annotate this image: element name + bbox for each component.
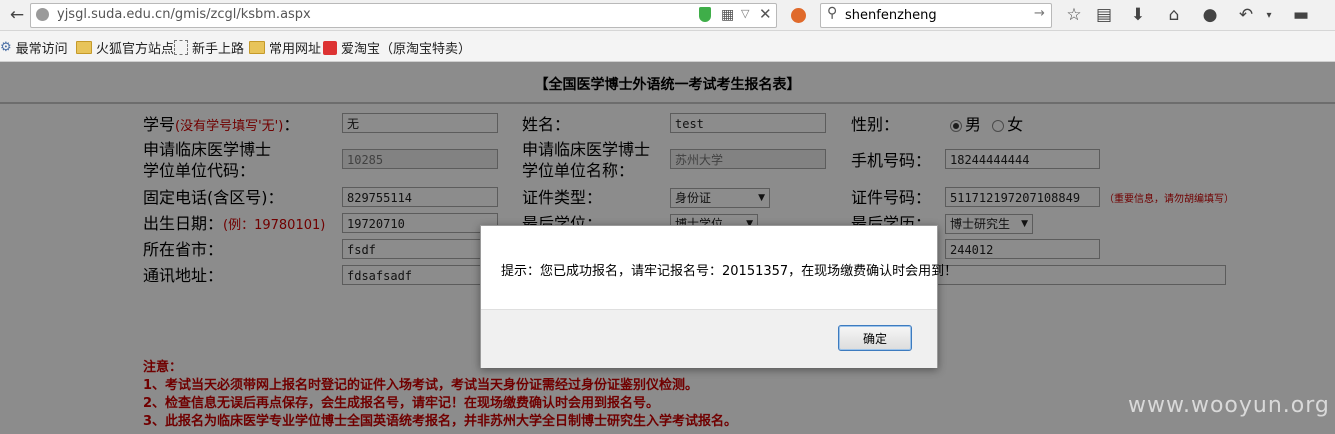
download-icon[interactable]: ⬇ xyxy=(1127,4,1149,26)
alert-dialog: 提示：您已成功报名，请牢记报名号：20151357，在现场缴费确认时会用到！ 确… xyxy=(480,225,957,368)
bookmarks-bar: ⚙ 最常访问 火狐官方站点 新手上路 常用网址 爱淘宝（原淘宝特卖） xyxy=(0,31,1335,62)
bookmark-firefox-site[interactable]: 火狐官方站点 xyxy=(76,38,174,57)
bookmark-aitaobao[interactable]: 爱淘宝（原淘宝特卖） xyxy=(323,38,471,57)
dialog-footer: 确定 xyxy=(481,309,937,368)
star-icon[interactable]: ☆ xyxy=(1063,4,1085,26)
gear-icon: ⚙ xyxy=(0,40,12,55)
reading-list-icon[interactable]: ▤ xyxy=(1093,4,1115,26)
home-icon[interactable]: ⌂ xyxy=(1163,4,1185,26)
qr-icon[interactable]: ▦ xyxy=(721,7,734,23)
search-query: shenfenzheng xyxy=(845,8,937,23)
globe-icon xyxy=(36,8,49,21)
shield-icon[interactable] xyxy=(699,7,711,22)
dialog-message: 提示：您已成功报名，请牢记报名号：20151357，在现场缴费确认时会用到！ xyxy=(501,264,958,279)
go-arrow-icon[interactable]: → xyxy=(1034,6,1045,21)
bookmark-most-visited[interactable]: ⚙ 最常访问 xyxy=(0,38,68,57)
addon-icon[interactable] xyxy=(788,5,808,25)
url-text: yjsgl.suda.edu.cn/gmis/zcgl/ksbm.aspx xyxy=(57,7,311,22)
back-arrow-icon[interactable]: ← xyxy=(6,4,28,26)
url-bar[interactable]: yjsgl.suda.edu.cn/gmis/zcgl/ksbm.aspx ▦ … xyxy=(30,3,777,28)
search-bar[interactable]: ⚲ shenfenzheng → xyxy=(820,3,1052,28)
browser-toolbar: ← yjsgl.suda.edu.cn/gmis/zcgl/ksbm.aspx … xyxy=(0,0,1335,31)
folder-icon xyxy=(76,41,92,54)
search-icon: ⚲ xyxy=(827,5,838,21)
page-icon xyxy=(174,40,188,55)
folder-icon xyxy=(249,41,265,54)
undo-icon[interactable]: ↶ xyxy=(1235,4,1257,26)
dropdown-icon[interactable]: ▽ xyxy=(741,7,749,20)
watermark: www.wooyun.org xyxy=(1128,393,1330,418)
stop-icon[interactable]: ✕ xyxy=(759,5,772,23)
bookmark-getting-started[interactable]: 新手上路 xyxy=(174,38,244,57)
taobao-icon xyxy=(323,40,337,55)
ok-button[interactable]: 确定 xyxy=(838,325,912,351)
chat-icon[interactable]: ● xyxy=(1199,4,1221,26)
bookmark-common-sites[interactable]: 常用网址 xyxy=(249,38,321,57)
menu-icon[interactable]: ▾ xyxy=(1262,4,1276,26)
comment-icon[interactable]: ▬ xyxy=(1290,4,1312,26)
